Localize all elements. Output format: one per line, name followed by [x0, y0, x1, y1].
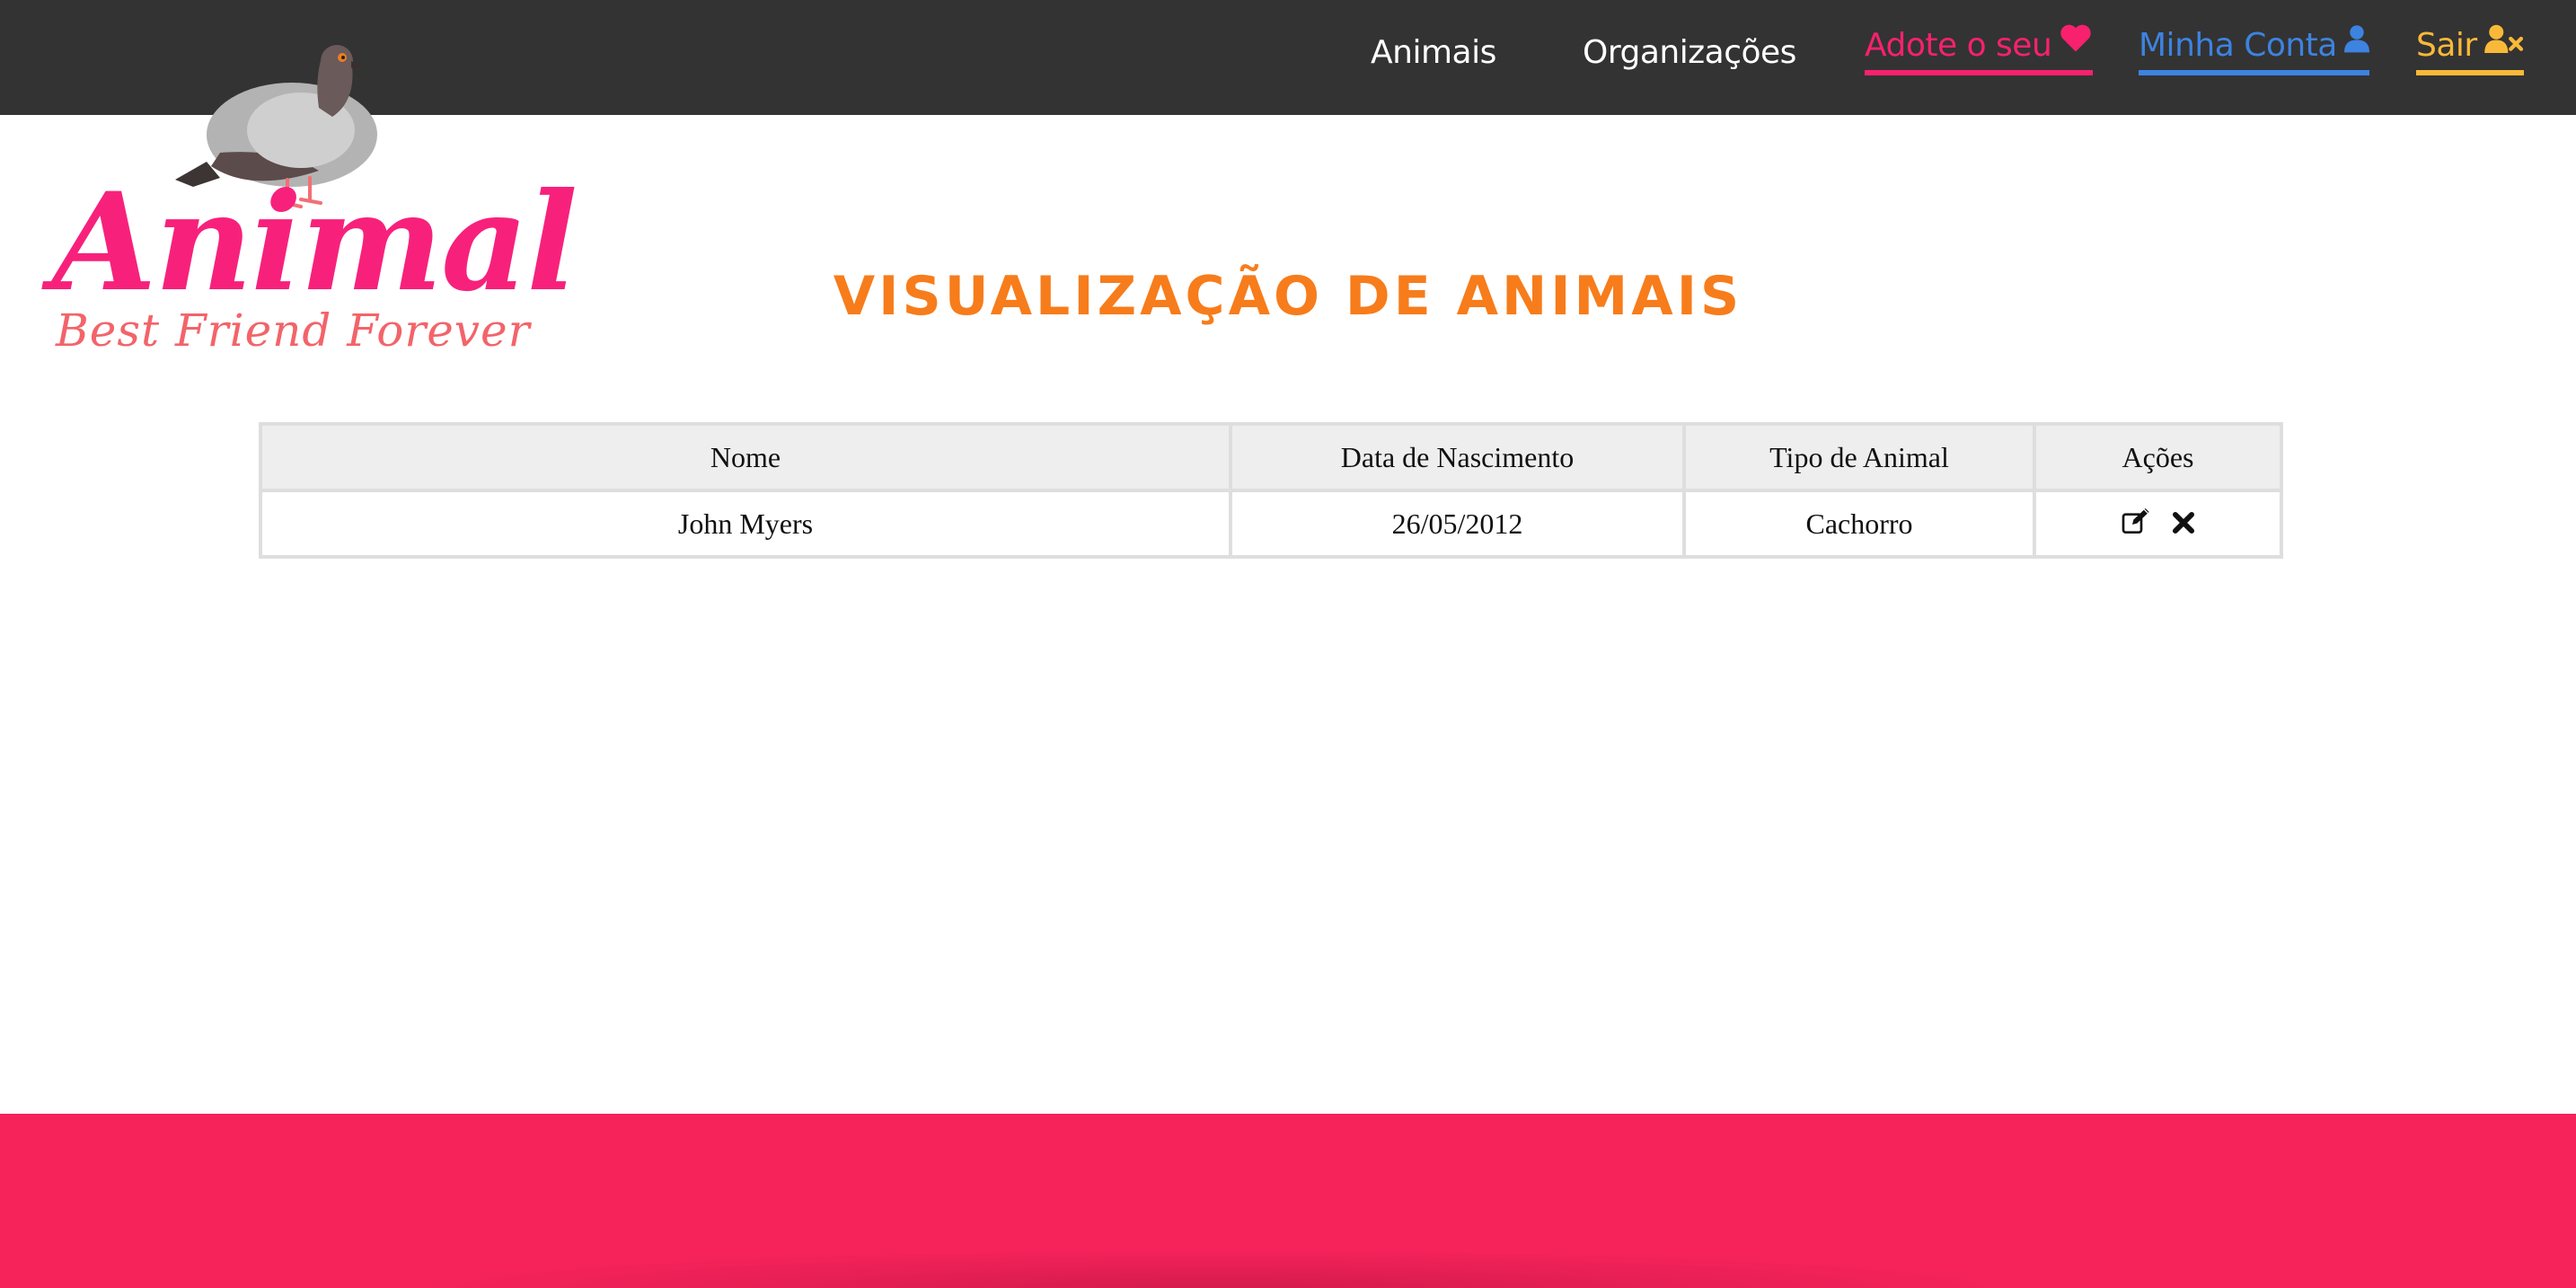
animals-table: Nome Data de Nascimento Tipo de Animal A…	[259, 422, 2283, 559]
nav-link-sair[interactable]: Sair	[2416, 23, 2524, 75]
column-header-acoes: Ações	[2033, 422, 2283, 492]
nav-link-animais[interactable]: Animais	[1371, 31, 1496, 75]
nav-link-organizacoes[interactable]: Organizações	[1583, 31, 1796, 75]
cell-type: Cachorro	[1682, 489, 2036, 559]
nav-link-sair-label: Sair	[2416, 27, 2477, 64]
page-title: VISUALIZAÇÃO DE ANIMAIS	[833, 265, 1743, 328]
user-times-icon	[2483, 21, 2524, 66]
footer	[0, 1114, 2576, 1288]
table-header-row: Nome Data de Nascimento Tipo de Animal A…	[259, 422, 2283, 492]
nav-link-adote-label: Adote o seu	[1865, 27, 2052, 64]
cell-birth-date: 26/05/2012	[1229, 489, 1686, 559]
table-row: John Myers 26/05/2012 Cachorro	[259, 489, 2283, 559]
column-header-data-nascimento: Data de Nascimento	[1229, 422, 1686, 492]
column-header-tipo-animal: Tipo de Animal	[1682, 422, 2036, 492]
cell-name: John Myers	[259, 489, 1232, 559]
footer-shadow	[413, 1248, 2030, 1288]
column-header-nome: Nome	[259, 422, 1232, 492]
nav-link-adote[interactable]: Adote o seu	[1865, 21, 2094, 75]
nav-link-minha-conta[interactable]: Minha Conta	[2139, 23, 2369, 75]
cell-actions	[2033, 489, 2283, 559]
heart-icon	[2059, 21, 2093, 66]
edit-icon[interactable]	[2122, 507, 2150, 542]
delete-icon[interactable]	[2172, 508, 2195, 542]
nav-link-minha-conta-label: Minha Conta	[2139, 27, 2337, 64]
user-icon	[2343, 21, 2369, 66]
